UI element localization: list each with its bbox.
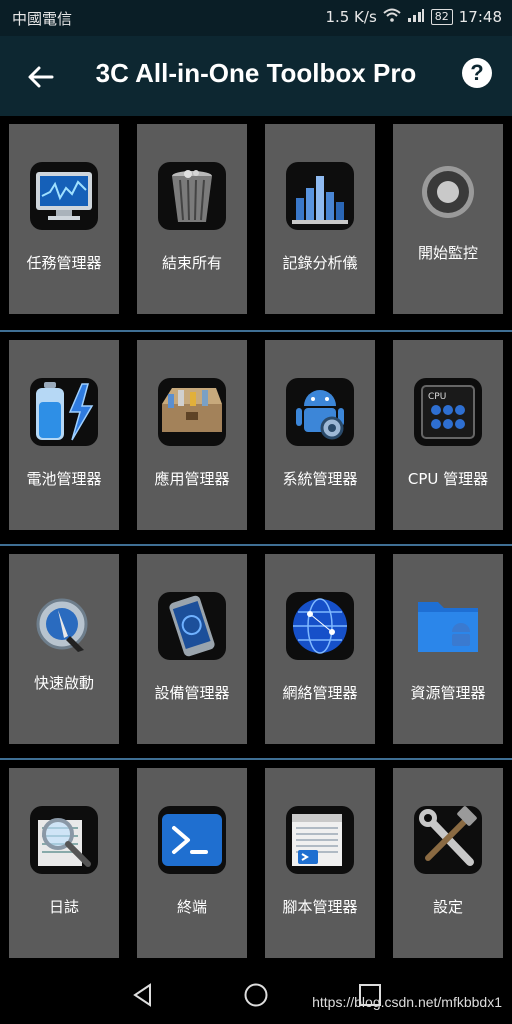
page-title: 3C All-in-One Toolbox Pro bbox=[95, 58, 417, 88]
tile-settings[interactable]: 設定 bbox=[393, 768, 503, 958]
tile-task-manager[interactable]: 任務管理器 bbox=[9, 124, 119, 314]
tile-label: 系統管理器 bbox=[282, 470, 358, 488]
monitor-chart-icon bbox=[30, 162, 98, 230]
tile-battery-manager[interactable]: 電池管理器 bbox=[9, 340, 119, 530]
svg-text:CPU: CPU bbox=[428, 392, 446, 402]
carrier-name: 中國電信 bbox=[12, 10, 73, 28]
tile-logs[interactable]: 日誌 bbox=[9, 768, 119, 958]
status-bar: 中國電信 1.5 K/s 82 17:48 bbox=[0, 0, 512, 36]
tile-script-manager[interactable]: 腳本管理器 bbox=[265, 768, 375, 958]
network-speed: 1.5 K/s bbox=[325, 8, 377, 26]
tool-row-3: 快速啟動 設備管理器 網絡管理器 資源管理器 bbox=[0, 544, 512, 758]
tile-label: 應用管理器 bbox=[154, 470, 230, 488]
tool-row-1: 任務管理器 結束所有 記錄分析儀 開始監控 bbox=[0, 116, 512, 330]
tile-label: 設備管理器 bbox=[154, 684, 230, 702]
tile-label: 終端 bbox=[176, 898, 207, 916]
signal-icon bbox=[407, 8, 425, 26]
globe-network-icon bbox=[286, 592, 354, 660]
help-icon[interactable]: ? bbox=[462, 58, 492, 88]
tile-label: 結束所有 bbox=[161, 254, 222, 272]
tile-label: 電池管理器 bbox=[26, 470, 102, 488]
tile-label: 快速啟動 bbox=[33, 674, 94, 692]
tile-end-all[interactable]: 結束所有 bbox=[137, 124, 247, 314]
nav-back-icon[interactable] bbox=[130, 982, 156, 1008]
tile-label: 網絡管理器 bbox=[282, 684, 358, 702]
watermark: https://blog.csdn.net/mfkbbdx1 bbox=[312, 994, 502, 1010]
android-gear-icon bbox=[286, 378, 354, 446]
app-bar: 3C All-in-One Toolbox Pro ? bbox=[0, 36, 512, 116]
script-icon bbox=[286, 806, 354, 874]
tile-label: 開始監控 bbox=[417, 244, 478, 262]
folder-android-icon bbox=[414, 592, 482, 660]
status-right: 1.5 K/s 82 17:48 bbox=[325, 8, 502, 26]
cpu-chip-icon: CPU bbox=[414, 378, 482, 446]
nav-home-icon[interactable] bbox=[243, 982, 269, 1008]
tool-row-2: 電池管理器 應用管理器 系統管理器 CPU CPU 管理器 bbox=[0, 330, 512, 544]
battery-indicator: 82 bbox=[430, 9, 453, 25]
terminal-icon bbox=[158, 806, 226, 874]
tile-terminal[interactable]: 終端 bbox=[137, 768, 247, 958]
magnifier-log-icon bbox=[30, 806, 98, 874]
tile-resource-manager[interactable]: 資源管理器 bbox=[393, 554, 503, 744]
bar-chart-icon bbox=[286, 162, 354, 230]
tile-quick-launch[interactable]: 快速啟動 bbox=[9, 554, 119, 744]
rocket-launch-icon bbox=[30, 592, 98, 660]
trash-can-icon bbox=[158, 162, 226, 230]
tile-app-manager[interactable]: 應用管理器 bbox=[137, 340, 247, 530]
tile-label: 日誌 bbox=[48, 898, 79, 916]
tile-label: CPU 管理器 bbox=[407, 470, 489, 488]
tile-label: 任務管理器 bbox=[26, 254, 102, 272]
tile-label: 資源管理器 bbox=[410, 684, 486, 702]
wrench-hammer-icon bbox=[414, 806, 482, 874]
wifi-icon bbox=[383, 8, 401, 26]
tile-network-manager[interactable]: 網絡管理器 bbox=[265, 554, 375, 744]
tile-label: 記錄分析儀 bbox=[282, 254, 358, 272]
clock: 17:48 bbox=[458, 8, 502, 26]
tool-grid: 任務管理器 結束所有 記錄分析儀 開始監控 電池管理器 應用管理器 系統管理器 … bbox=[0, 116, 512, 972]
smartphone-icon bbox=[158, 592, 226, 660]
record-button-icon bbox=[414, 162, 482, 230]
toolbox-icon bbox=[158, 378, 226, 446]
tool-row-4: 日誌 終端 腳本管理器 設定 bbox=[0, 758, 512, 972]
tile-label: 腳本管理器 bbox=[282, 898, 358, 916]
tile-log-analyzer[interactable]: 記錄分析儀 bbox=[265, 124, 375, 314]
tile-device-manager[interactable]: 設備管理器 bbox=[137, 554, 247, 744]
tile-system-manager[interactable]: 系統管理器 bbox=[265, 340, 375, 530]
tile-start-monitor[interactable]: 開始監控 bbox=[393, 124, 503, 314]
tile-cpu-manager[interactable]: CPU CPU 管理器 bbox=[393, 340, 503, 530]
battery-lightning-icon bbox=[30, 378, 98, 446]
tile-label: 設定 bbox=[432, 898, 463, 916]
